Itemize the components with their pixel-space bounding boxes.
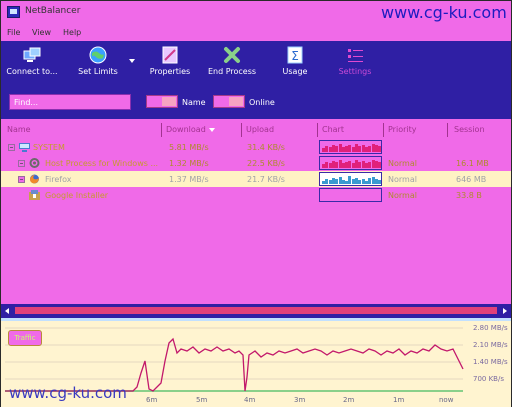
connect-button[interactable]: Connect to... (4, 45, 60, 83)
process-name: SYSTEM (33, 143, 65, 152)
session-value: 646 MB (456, 175, 487, 184)
session-value: 16.1 MB (456, 159, 489, 168)
usage-icon: Σ (287, 46, 303, 64)
column-session[interactable]: Session (454, 125, 485, 134)
end-process-button[interactable]: End Process (205, 45, 259, 83)
download-value: 1.32 MB/s (169, 159, 209, 168)
menu-file[interactable]: File (7, 28, 20, 37)
traffic-sparkline (319, 140, 382, 154)
horizontal-scrollbar[interactable] (1, 304, 511, 318)
app-icon (7, 6, 20, 18)
process-table: Name Download Upload Chart Priority Sess… (1, 119, 511, 305)
filter-bar: Find... Name Online (1, 85, 511, 119)
properties-button[interactable]: Properties (145, 45, 195, 83)
table-header: Name Download Upload Chart Priority Sess… (1, 123, 511, 137)
download-value: 1.37 MB/s (169, 175, 209, 184)
traffic-graph: Traffic 2.80 MB/s 2.10 MB/s 1.40 MB/s 70… (1, 321, 511, 407)
sparkline-bar (378, 180, 382, 184)
sort-desc-icon (208, 127, 215, 132)
table-row[interactable]: Google Installer Normal 33.8 B (1, 187, 511, 203)
priority-value: Normal (388, 191, 417, 200)
menu-help[interactable]: Help (63, 28, 81, 37)
sparkline-bar (378, 162, 382, 168)
traffic-sparkline (319, 172, 382, 186)
globe-icon (89, 46, 107, 64)
gear-icon (29, 158, 40, 168)
table-row[interactable]: Host Process for Windows ... 1.32 MB/s 2… (1, 155, 511, 171)
usage-button[interactable]: Σ Usage (275, 45, 315, 83)
app-title: NetBalancer (25, 6, 81, 16)
properties-icon (162, 46, 178, 64)
app-window: NetBalancer www.cg-ku.com File View Help… (0, 0, 512, 407)
upload-value: 31.4 KB/s (247, 143, 285, 152)
settings-button[interactable]: Settings (335, 45, 375, 83)
x-axis-label: 3m (294, 396, 306, 404)
y-axis-label: 2.80 MB/s (473, 324, 508, 332)
name-toggle[interactable] (146, 95, 178, 108)
session-value: 33.8 B (456, 191, 482, 200)
x-axis-label: 5m (196, 396, 208, 404)
process-name: Host Process for Windows ... (45, 159, 159, 168)
firefox-icon (30, 174, 39, 184)
upload-value: 21.7 KB/s (247, 175, 285, 184)
title-bar: NetBalancer www.cg-ku.com (1, 1, 511, 23)
column-name[interactable]: Name (7, 125, 31, 134)
process-name: Google Installer (45, 191, 109, 200)
x-axis-label: 4m (244, 396, 256, 404)
traffic-button[interactable]: Traffic (8, 330, 42, 346)
table-row[interactable]: SYSTEM 5.81 MB/s 31.4 KB/s (1, 139, 511, 155)
connect-icon (23, 47, 41, 62)
watermark-bottom: www.cg-ku.com (9, 384, 127, 402)
traffic-sparkline (319, 156, 382, 170)
online-toggle-label: Online (249, 98, 275, 107)
download-value: 5.81 MB/s (169, 143, 209, 152)
priority-value: Normal (388, 159, 417, 168)
column-chart[interactable]: Chart (322, 125, 344, 134)
traffic-sparkline (319, 188, 382, 202)
set-limits-dropdown-arrow[interactable] (129, 59, 135, 63)
scrollbar-thumb[interactable] (15, 307, 497, 314)
menu-bar: File View Help (1, 23, 511, 41)
upload-value: 22.5 KB/s (247, 159, 285, 168)
column-upload[interactable]: Upload (246, 125, 274, 134)
collapse-icon[interactable] (8, 144, 15, 151)
process-name: Firefox (45, 175, 72, 184)
settings-sliders-icon (348, 49, 363, 62)
table-row-selected[interactable]: Firefox 1.37 MB/s 21.7 KB/s Normal 646 M… (1, 171, 511, 187)
x-axis-label: 2m (343, 396, 355, 404)
set-limits-button[interactable]: Set Limits (73, 45, 123, 83)
priority-value: Normal (388, 175, 417, 184)
collapse-icon[interactable] (18, 176, 25, 183)
sparkline-bar (378, 146, 382, 152)
name-toggle-label: Name (182, 98, 206, 107)
toolbar: Connect to... Set Limits Properties End … (1, 41, 511, 85)
installer-icon (29, 190, 40, 200)
menu-view[interactable]: View (32, 28, 51, 37)
online-toggle[interactable] (213, 95, 245, 108)
y-axis-label: 2.10 MB/s (473, 341, 508, 349)
scroll-left-icon[interactable] (5, 308, 9, 314)
column-priority[interactable]: Priority (388, 125, 416, 134)
svg-text:Σ: Σ (291, 49, 299, 63)
column-download[interactable]: Download (166, 125, 215, 134)
x-axis-label: now (439, 396, 454, 404)
scroll-right-icon[interactable] (503, 308, 507, 314)
y-axis-label: 1.40 MB/s (473, 358, 508, 366)
close-icon (224, 47, 240, 63)
collapse-icon[interactable] (18, 160, 25, 167)
watermark-top: www.cg-ku.com (381, 3, 507, 22)
y-axis-label: 700 KB/s (473, 375, 504, 383)
computer-icon (19, 143, 30, 152)
x-axis-label: 1m (393, 396, 405, 404)
x-axis-label: 6m (146, 396, 158, 404)
search-input[interactable]: Find... (9, 94, 131, 110)
